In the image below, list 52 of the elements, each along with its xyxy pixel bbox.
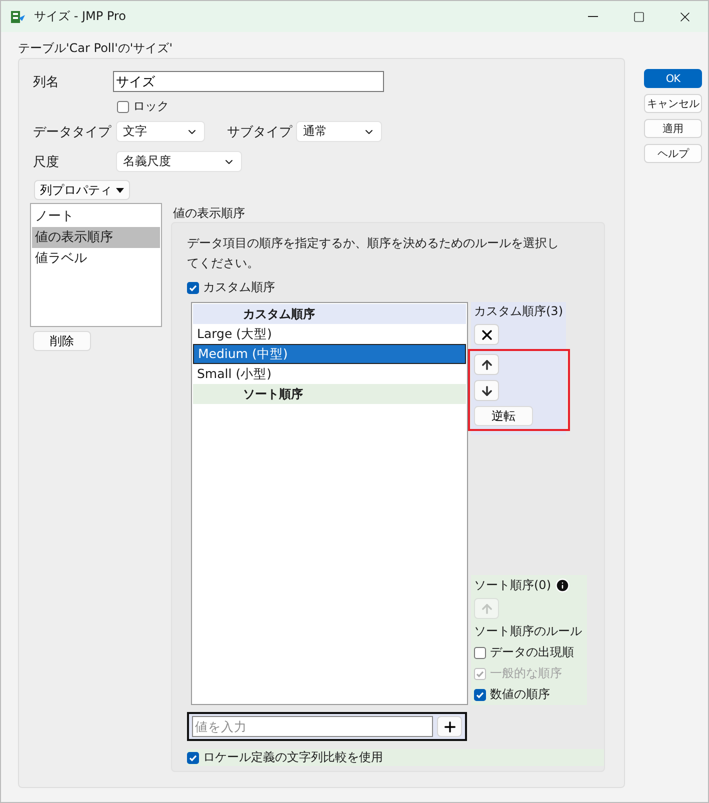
checkbox-label: ロック xyxy=(133,98,169,115)
reverse-button[interactable]: 逆転 xyxy=(474,406,533,426)
checkbox[interactable] xyxy=(117,100,129,112)
plus-icon xyxy=(442,718,458,734)
panel-title: ソート順序のルール xyxy=(474,623,583,640)
move-down-button[interactable] xyxy=(474,380,499,401)
checkbox[interactable] xyxy=(474,688,486,700)
list-item[interactable]: Medium (中型) xyxy=(193,344,466,364)
description-text: データ項目の順序を指定するか、順序を決めるためのルールを選択してください。 xyxy=(187,235,560,272)
value-input[interactable]: 値を入力 xyxy=(192,716,434,737)
list-item[interactable]: ノート xyxy=(32,206,160,227)
subtype-select[interactable]: 通常 xyxy=(296,121,382,142)
delete-button[interactable]: 削除 xyxy=(33,331,91,351)
dialog-button[interactable]: 適用 xyxy=(644,119,702,138)
data-type-select[interactable]: 文字 xyxy=(116,121,205,142)
arrow-down-icon xyxy=(480,384,494,398)
properties-menu-button[interactable]: 列プロパティ xyxy=(34,180,130,200)
panel-title: ソート順序(0) xyxy=(474,577,551,594)
caret-icon xyxy=(116,188,124,192)
remove-button[interactable] xyxy=(474,324,499,345)
checkbox[interactable] xyxy=(187,752,199,764)
field-label: 列名 xyxy=(33,74,60,90)
list-item[interactable]: 値ラベル xyxy=(32,248,160,269)
info-icon[interactable] xyxy=(555,578,570,593)
list-header: ソート順序 xyxy=(193,384,466,404)
move-up-button[interactable] xyxy=(474,354,499,375)
checkbox-label: 一般的な順序 xyxy=(490,665,562,682)
section-title: 値の表示順序 xyxy=(173,205,246,220)
add-button[interactable] xyxy=(437,716,462,737)
scale-select[interactable]: 名義尺度 xyxy=(116,151,242,172)
checkbox-label: 数値の順序 xyxy=(490,686,550,703)
arrow-up-icon xyxy=(480,602,494,616)
checkbox-label: カスタム順序 xyxy=(203,279,275,296)
field-label: 尺度 xyxy=(33,154,60,170)
field-label: データタイプ xyxy=(33,124,112,140)
minimize-icon xyxy=(588,16,598,17)
app-icon xyxy=(10,8,26,24)
column-name-field[interactable]: サイズ xyxy=(113,71,384,92)
field-label: サブタイプ xyxy=(227,124,294,140)
checkbox[interactable] xyxy=(187,282,199,294)
checkbox-label: ロケール定義の文字列比較を使用 xyxy=(203,749,383,766)
dialog-button[interactable]: ヘルプ xyxy=(644,144,702,163)
list-item[interactable]: 値の表示順序 xyxy=(32,227,160,248)
maximize-icon xyxy=(633,10,645,22)
dialog-button[interactable]: キャンセル xyxy=(644,94,702,113)
dialog-button[interactable]: OK xyxy=(644,69,702,88)
checkbox[interactable] xyxy=(474,646,486,658)
panel-title: カスタム順序(3) xyxy=(474,303,564,320)
dialog-caption: テーブル'Car Poll'の'サイズ' xyxy=(18,40,174,57)
checkbox-label: データの出現順 xyxy=(490,644,574,661)
window-title: サイズ - JMP Pro xyxy=(34,8,127,25)
list-header: カスタム順序 xyxy=(193,304,466,324)
